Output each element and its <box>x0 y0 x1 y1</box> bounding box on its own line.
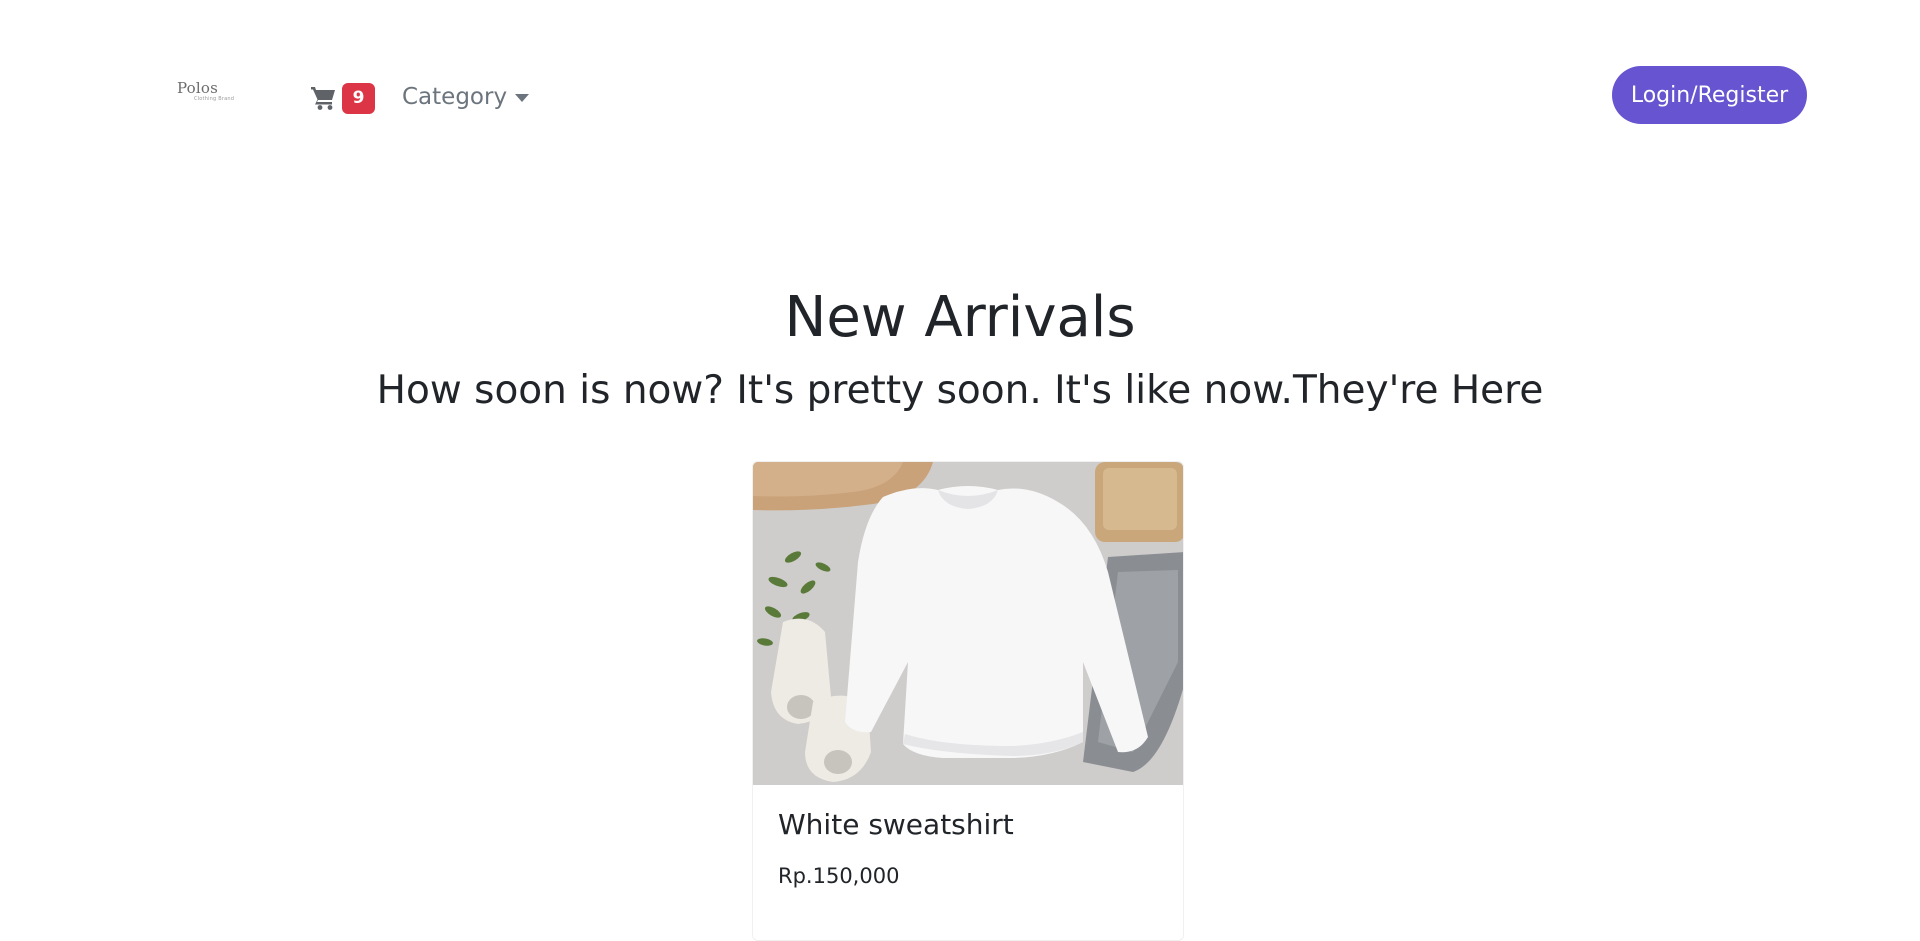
page-title: New Arrivals <box>784 285 1136 350</box>
product-price: Rp.150,000 <box>778 864 900 888</box>
category-label: Category <box>402 84 508 110</box>
brand-tagline: Clothing Brand <box>194 96 235 102</box>
product-card[interactable]: White sweatshirt Rp.150,000 <box>752 461 1184 941</box>
navbar: Polos Clothing Brand 9 Category Login/Re… <box>0 0 1920 190</box>
login-register-button[interactable]: Login/Register <box>1612 66 1807 124</box>
shopping-cart-icon <box>311 87 335 110</box>
cart-count-badge: 9 <box>342 82 375 114</box>
product-name[interactable]: White sweatshirt <box>778 808 1014 841</box>
product-image <box>753 462 1183 785</box>
brand-logo[interactable]: Polos Clothing Brand <box>177 80 241 108</box>
category-dropdown[interactable]: Category <box>402 81 530 113</box>
brand-name: Polos <box>177 79 219 97</box>
page-subtitle: How soon is now? It's pretty soon. It's … <box>376 368 1544 413</box>
caret-down-icon <box>515 94 530 102</box>
cart-button[interactable]: 9 <box>310 82 375 114</box>
